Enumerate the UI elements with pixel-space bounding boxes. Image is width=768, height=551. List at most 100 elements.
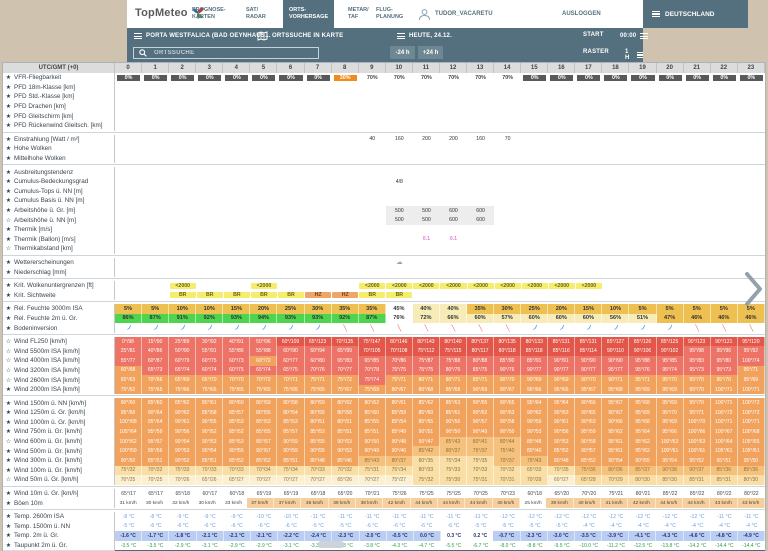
data-cell bbox=[657, 196, 684, 206]
favorite-star-icon[interactable]: ★ bbox=[3, 386, 14, 393]
favorite-star-icon[interactable]: ★ bbox=[3, 457, 14, 464]
favorite-star-icon[interactable]: ★ bbox=[3, 325, 14, 332]
row-label: Krit. Wolkenuntergrenzen [ft] bbox=[14, 282, 94, 289]
next-24h-button[interactable]: +24 h bbox=[418, 46, 443, 59]
data-cell bbox=[142, 206, 169, 216]
logout-link[interactable]: AUSLOGGEN bbox=[562, 0, 601, 28]
favorite-star-icon[interactable]: ★ bbox=[3, 532, 14, 539]
favorite-star-icon[interactable]: ★ bbox=[3, 145, 14, 152]
favorite-star-icon[interactable]: ☆ bbox=[3, 357, 14, 364]
date-selector[interactable]: HEUTE, 24.12. bbox=[397, 32, 452, 41]
data-cell: 95°/62 bbox=[629, 446, 656, 456]
data-cell bbox=[115, 244, 142, 254]
data-cell bbox=[711, 135, 738, 145]
favorite-star-icon[interactable]: ★ bbox=[3, 197, 14, 204]
favorite-star-icon[interactable]: ★ bbox=[3, 523, 14, 530]
favorite-star-icon[interactable]: ★ bbox=[3, 490, 14, 497]
favorite-star-icon[interactable]: ★ bbox=[3, 428, 14, 435]
map-search-button[interactable]: ORTSSUCHE IN KARTE bbox=[257, 31, 343, 41]
data-cell bbox=[305, 225, 332, 235]
favorite-star-icon[interactable]: ★ bbox=[3, 178, 14, 185]
data-cell: 70°/135 bbox=[332, 337, 359, 347]
favorite-star-icon[interactable]: ★ bbox=[3, 93, 14, 100]
data-cell bbox=[223, 83, 250, 93]
favorite-star-icon[interactable]: ★ bbox=[3, 236, 14, 243]
tab-sat-radar[interactable]: SAT/ RADAR bbox=[246, 0, 266, 28]
table-row: ★Temp. 1500m ü. NN-5 °C-6 °C-6 °C-6 °C-6… bbox=[3, 522, 765, 532]
data-cell: 90°/56 bbox=[548, 427, 575, 437]
favorite-star-icon[interactable]: ★ bbox=[3, 409, 14, 416]
prev-24h-button[interactable]: -24 h bbox=[390, 46, 415, 59]
next-day-chevron-icon[interactable] bbox=[744, 272, 764, 306]
favorite-star-icon[interactable]: ★ bbox=[3, 292, 14, 299]
favorite-star-icon[interactable]: ☆ bbox=[3, 348, 14, 355]
data-cell bbox=[494, 258, 521, 268]
favorite-star-icon[interactable]: ★ bbox=[3, 122, 14, 129]
hour-header: 0 bbox=[115, 63, 142, 73]
favorite-star-icon[interactable]: ☆ bbox=[3, 476, 14, 483]
favorite-star-icon[interactable]: ★ bbox=[3, 269, 14, 276]
data-cell bbox=[548, 177, 575, 187]
tab-flug-planung[interactable]: FLUG- PLANUNG bbox=[376, 0, 403, 28]
favorite-star-icon[interactable]: ★ bbox=[3, 84, 14, 91]
favorite-star-icon[interactable]: ★ bbox=[3, 513, 14, 520]
tab-orts-vorhersage[interactable]: ORTS- VORHERSAGE bbox=[283, 0, 334, 28]
favorite-star-icon[interactable]: ★ bbox=[3, 315, 14, 322]
data-cell: 70% bbox=[413, 73, 440, 83]
favorite-star-icon[interactable]: ★ bbox=[3, 542, 14, 549]
data-cell bbox=[142, 102, 169, 112]
data-cell bbox=[548, 144, 575, 154]
tab-prognose-karten[interactable]: PROGNOSE- KARTEN bbox=[192, 0, 226, 28]
favorite-star-icon[interactable]: ★ bbox=[3, 226, 14, 233]
data-cell bbox=[115, 281, 142, 291]
data-cell: 95°/83 bbox=[684, 356, 711, 366]
user-menu[interactable]: TUDOR_VACARETU bbox=[418, 0, 493, 28]
data-cell bbox=[142, 111, 169, 121]
raster-value-control[interactable]: 1 H bbox=[625, 49, 643, 61]
start-time-control[interactable]: Start bbox=[583, 32, 604, 38]
favorite-star-icon[interactable]: ★ bbox=[3, 500, 14, 507]
favorite-star-icon[interactable]: ★ bbox=[3, 188, 14, 195]
data-cell bbox=[629, 135, 656, 145]
favorite-star-icon[interactable]: ★ bbox=[3, 259, 14, 266]
favorite-star-icon[interactable]: ☆ bbox=[3, 338, 14, 345]
favorite-star-icon[interactable]: ★ bbox=[3, 207, 14, 214]
data-cell bbox=[575, 135, 602, 145]
location-selector[interactable]: PORTA WESTFALICA (BAD OEYNHAUS... bbox=[134, 32, 271, 41]
data-cell: 70°/27 bbox=[305, 475, 332, 485]
favorite-star-icon[interactable]: ★ bbox=[3, 400, 14, 407]
favorite-star-icon[interactable]: ★ bbox=[3, 155, 14, 162]
favorite-star-icon[interactable]: ★ bbox=[3, 103, 14, 110]
favorite-star-icon[interactable]: ★ bbox=[3, 419, 14, 426]
tab-metar-taf[interactable]: METAR/ TAF bbox=[348, 0, 369, 28]
search-input[interactable] bbox=[152, 49, 296, 57]
raster-control[interactable]: Raster bbox=[583, 49, 609, 55]
data-cell bbox=[629, 290, 656, 300]
data-cell: 80°/51 bbox=[305, 418, 332, 428]
favorite-star-icon[interactable]: ★ bbox=[3, 136, 14, 143]
favorite-star-icon[interactable]: ★ bbox=[3, 448, 14, 455]
data-cell bbox=[359, 206, 386, 216]
favorite-star-icon[interactable]: ★ bbox=[3, 282, 14, 289]
favorite-star-icon[interactable]: ★ bbox=[3, 113, 14, 120]
data-cell: 100°/71 bbox=[711, 398, 738, 408]
favorite-star-icon[interactable]: ☆ bbox=[3, 245, 14, 252]
start-time-value[interactable]: 00:00 bbox=[620, 32, 648, 41]
data-cell bbox=[629, 187, 656, 197]
language-selector[interactable]: DEUTSCHLAND bbox=[643, 0, 748, 28]
data-cell bbox=[711, 225, 738, 235]
favorite-star-icon[interactable]: ☆ bbox=[3, 367, 14, 374]
data-cell bbox=[196, 121, 223, 131]
data-cell: ) bbox=[575, 323, 602, 333]
favorite-star-icon[interactable]: ☆ bbox=[3, 438, 14, 445]
favorite-star-icon[interactable]: ★ bbox=[3, 467, 14, 474]
favorite-star-icon[interactable]: ★ bbox=[3, 305, 14, 312]
data-cell: 75°/67 bbox=[332, 385, 359, 395]
favorite-star-icon[interactable]: ★ bbox=[3, 169, 14, 176]
favorite-star-icon[interactable]: ☆ bbox=[3, 217, 14, 224]
favorite-star-icon[interactable]: ☆ bbox=[3, 377, 14, 384]
favorite-star-icon[interactable]: ★ bbox=[3, 74, 14, 81]
time-scrollbar-thumb[interactable] bbox=[318, 541, 344, 548]
data-cell: 60°/17 bbox=[196, 489, 223, 499]
data-cell: 70% bbox=[440, 73, 467, 83]
